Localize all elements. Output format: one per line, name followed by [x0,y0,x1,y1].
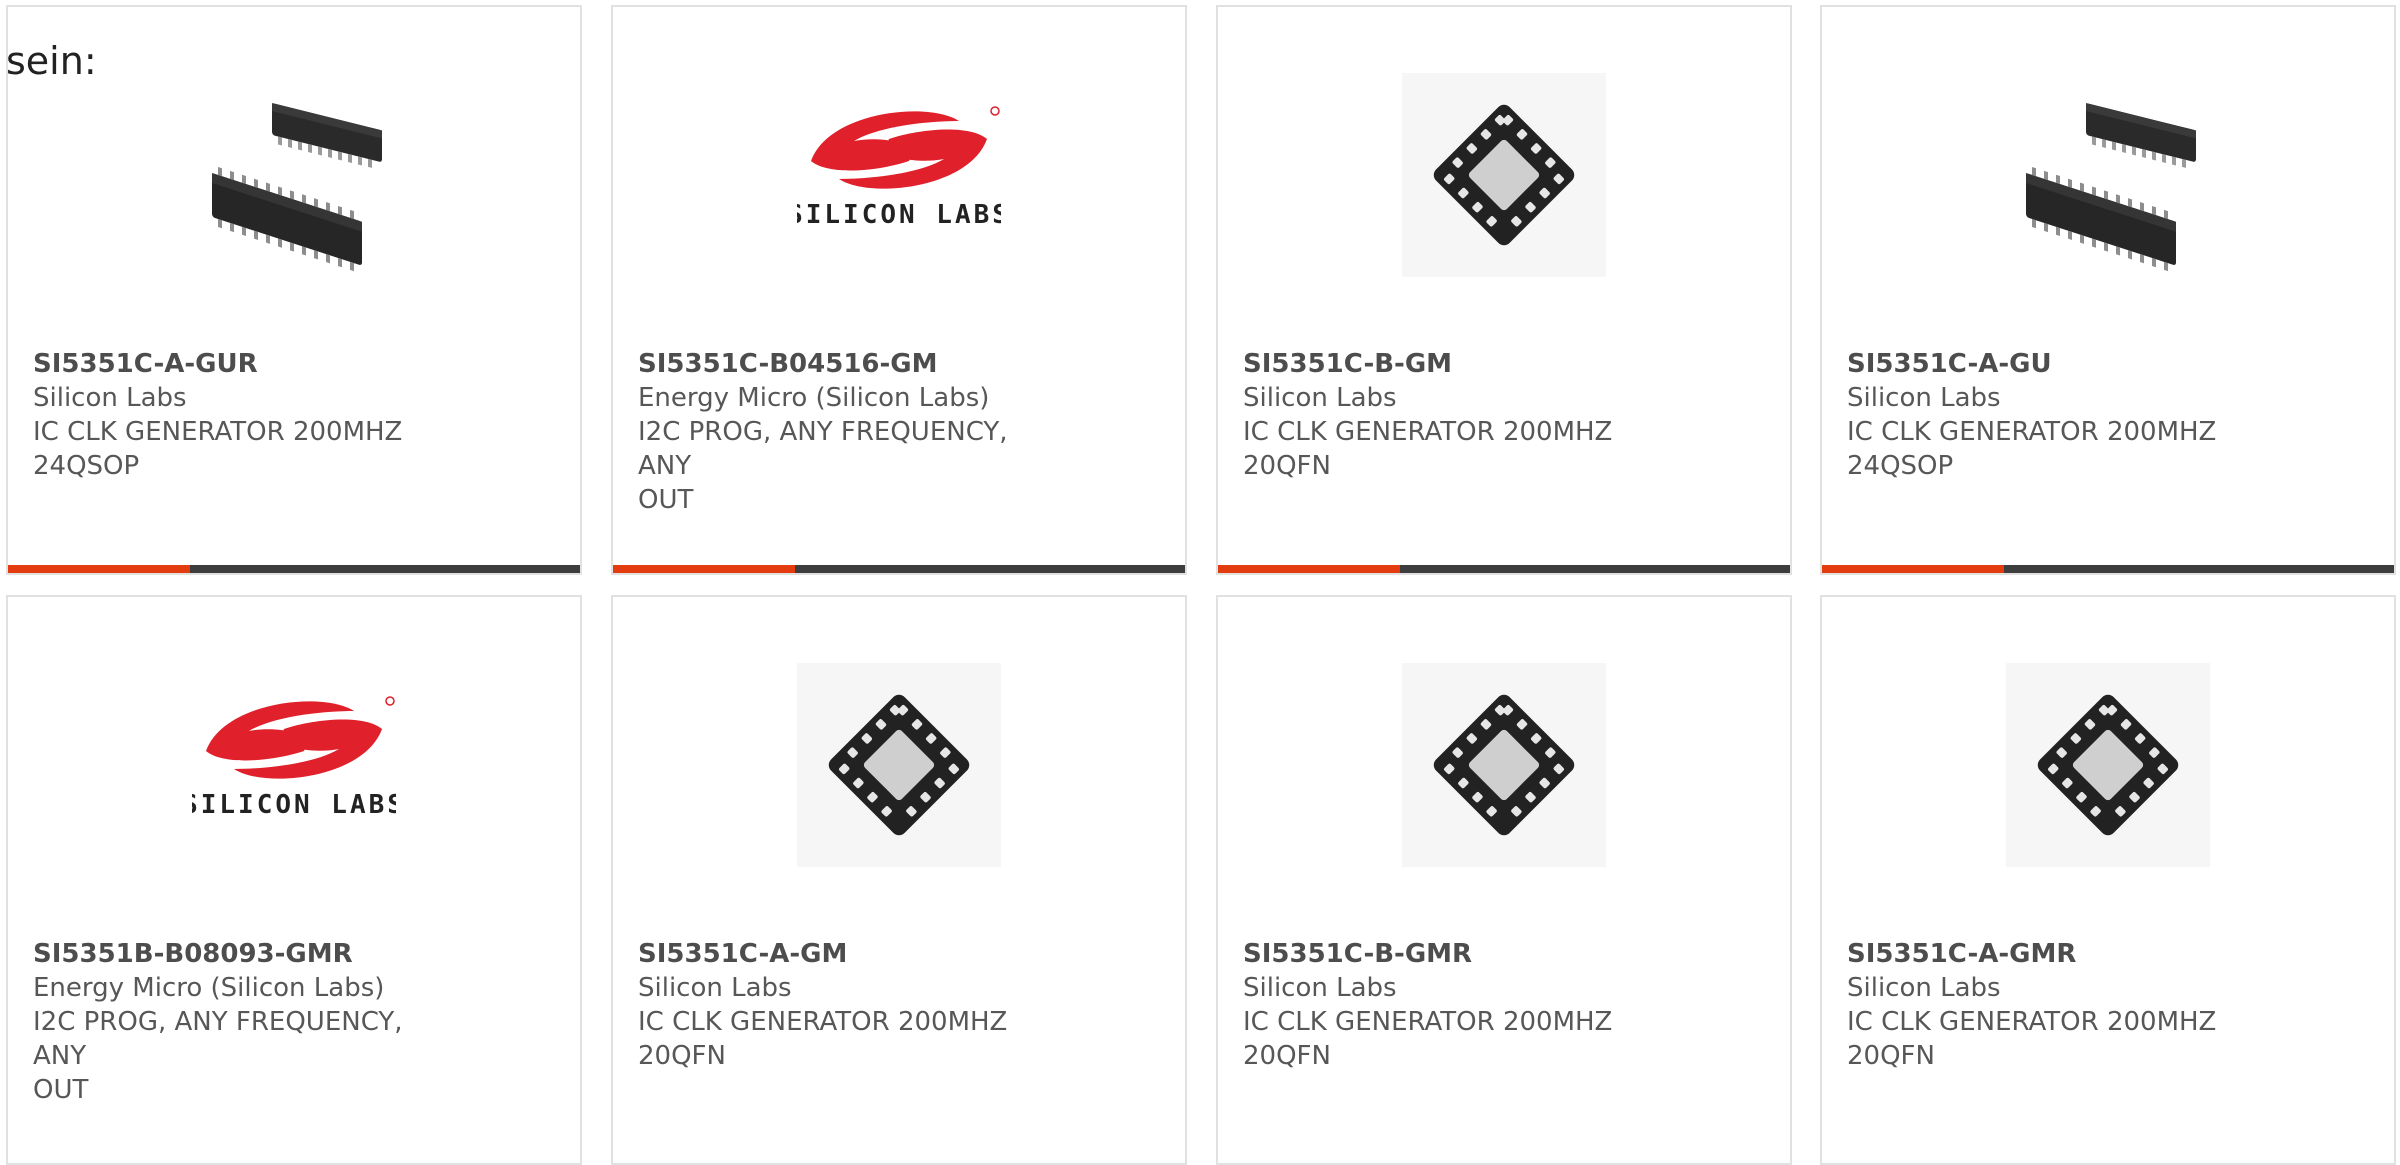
qsop-chip-icon[interactable] [192,73,396,277]
product-card[interactable]: SI5351C-A-GM Silicon Labs IC CLK GENERAT… [611,595,1187,1165]
manufacturer: Silicon Labs [1243,383,1397,413]
part-number[interactable]: SI5351C-B-GMR [1243,937,1760,971]
description-line1: IC CLK GENERATOR 200MHZ [638,1007,1008,1037]
card-accent-bar [1822,565,2004,573]
card-footer-bar [1822,565,2394,573]
product-card[interactable]: SI5351C-A-GUR Silicon Labs IC CLK GENERA… [6,5,582,575]
manufacturer: Silicon Labs [1847,973,2001,1003]
part-number[interactable]: SI5351C-B04516-GM [638,347,1155,381]
description-line2: 20QFN [1847,1041,1935,1071]
silicon-labs-logo[interactable]: SILICON LABS [192,663,396,867]
description-line1: IC CLK GENERATOR 200MHZ [33,417,403,447]
description-line2: OUT [33,1075,89,1105]
qfn-chip-icon[interactable] [1402,73,1606,277]
card-footer-bar [8,565,580,573]
product-card[interactable]: SI5351C-B-GM Silicon Labs IC CLK GENERAT… [1216,5,1792,575]
card-accent-bar [8,565,190,573]
manufacturer: Silicon Labs [33,383,187,413]
silicon-labs-logo[interactable]: SILICON LABS [797,73,1001,277]
description-line1: I2C PROG, ANY FREQUENCY, ANY [33,1007,403,1071]
qsop-chip-icon[interactable] [2006,73,2210,277]
description-line2: 20QFN [638,1041,726,1071]
description-line1: IC CLK GENERATOR 200MHZ [1847,417,2217,447]
card-accent-bar [613,565,795,573]
part-number[interactable]: SI5351B-B08093-GMR [33,937,550,971]
product-card[interactable]: SILICON LABS SI5351C-B04516-GM Energy Mi… [611,5,1187,575]
description-line2: OUT [638,485,694,515]
part-number[interactable]: SI5351C-A-GM [638,937,1155,971]
logo-text: SILICON LABS [797,200,1001,230]
card-footer-bar [613,565,1185,573]
description-line2: 20QFN [1243,1041,1331,1071]
manufacturer: Energy Micro (Silicon Labs) [33,973,385,1003]
description-line1: IC CLK GENERATOR 200MHZ [1847,1007,2217,1037]
prefix-text: sein: [6,39,97,83]
description-line2: 24QSOP [1847,451,1954,481]
part-number[interactable]: SI5351C-B-GM [1243,347,1760,381]
description-line2: 20QFN [1243,451,1331,481]
description-line2: 24QSOP [33,451,140,481]
qfn-chip-icon[interactable] [797,663,1001,867]
description-line1: IC CLK GENERATOR 200MHZ [1243,1007,1613,1037]
description-line1: I2C PROG, ANY FREQUENCY, ANY [638,417,1008,481]
part-number[interactable]: SI5351C-A-GMR [1847,937,2364,971]
manufacturer: Silicon Labs [1847,383,2001,413]
part-number[interactable]: SI5351C-A-GU [1847,347,2364,381]
qfn-chip-icon[interactable] [1402,663,1606,867]
logo-text: SILICON LABS [192,790,396,820]
qfn-chip-icon[interactable] [2006,663,2210,867]
description-line1: IC CLK GENERATOR 200MHZ [1243,417,1613,447]
part-number[interactable]: SI5351C-A-GUR [33,347,550,381]
product-card[interactable]: SILICON LABS SI5351B-B08093-GMR Energy M… [6,595,582,1165]
manufacturer: Energy Micro (Silicon Labs) [638,383,990,413]
product-card[interactable]: SI5351C-A-GU Silicon Labs IC CLK GENERAT… [1820,5,2396,575]
product-card[interactable]: SI5351C-B-GMR Silicon Labs IC CLK GENERA… [1216,595,1792,1165]
card-accent-bar [1218,565,1400,573]
manufacturer: Silicon Labs [638,973,792,1003]
manufacturer: Silicon Labs [1243,973,1397,1003]
product-card[interactable]: SI5351C-A-GMR Silicon Labs IC CLK GENERA… [1820,595,2396,1165]
card-footer-bar [1218,565,1790,573]
